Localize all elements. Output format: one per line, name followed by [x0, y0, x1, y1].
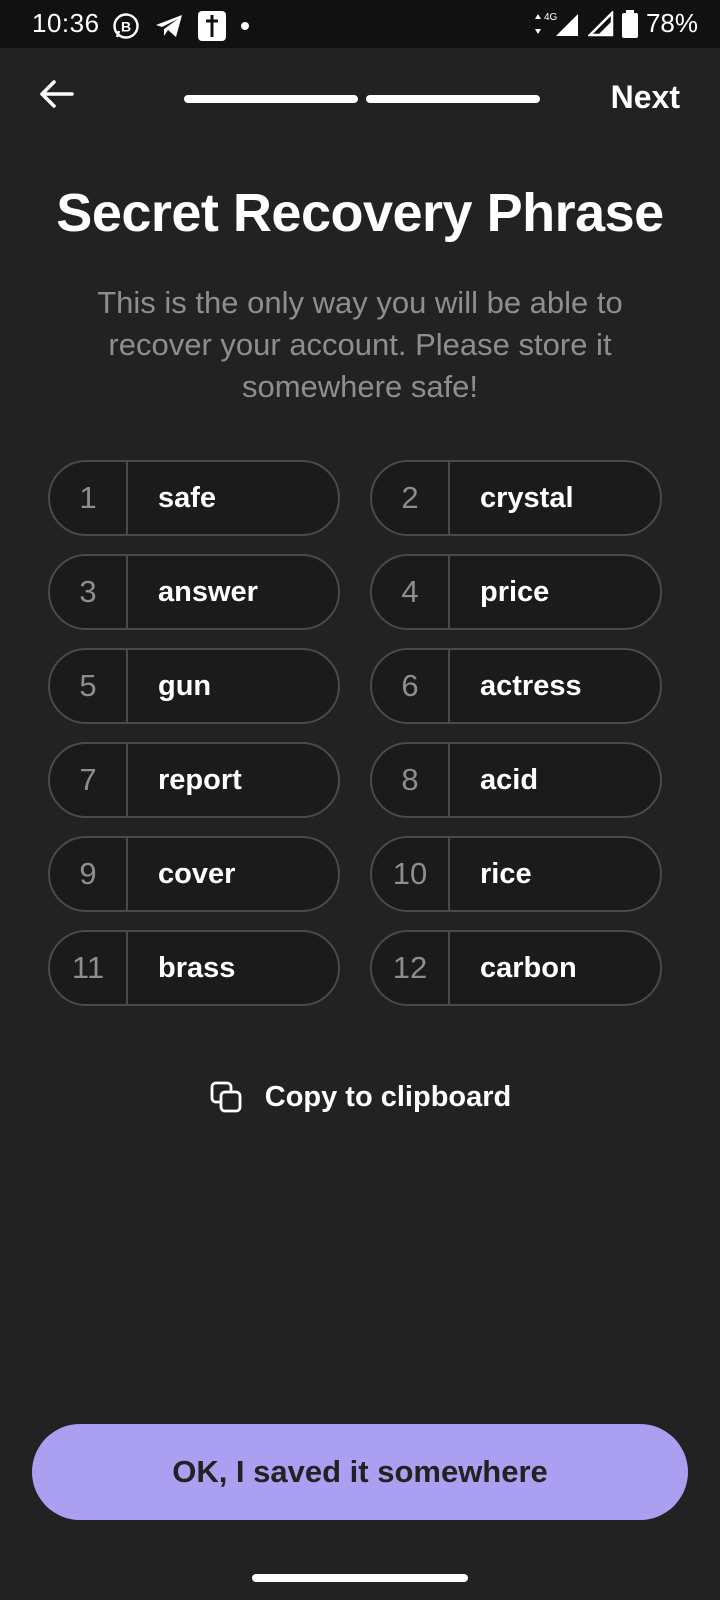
progress-step-1	[184, 95, 358, 103]
word-pill: 1 safe	[48, 460, 340, 536]
telegram-icon	[154, 13, 184, 39]
word-text: answer	[158, 575, 258, 608]
word-pill: 12 carbon	[370, 930, 662, 1006]
step-progress	[184, 95, 540, 103]
home-indicator	[252, 1574, 468, 1582]
word-number: 4	[372, 556, 450, 628]
status-right: 4G 78%	[534, 8, 698, 39]
status-bar: 10:36 B 4G 78%	[0, 0, 720, 48]
word-pill: 7 report	[48, 742, 340, 818]
word-number: 9	[50, 838, 128, 910]
copy-label: Copy to clipboard	[264, 1080, 512, 1113]
whatsapp-business-icon: B	[112, 12, 140, 40]
dot-icon	[240, 21, 250, 31]
signal-icon	[587, 10, 614, 37]
word-number: 5	[50, 650, 128, 722]
svg-text:B: B	[121, 19, 131, 35]
word-number: 3	[50, 556, 128, 628]
battery-percent: 78%	[645, 8, 698, 38]
word-pill: 6 actress	[370, 648, 662, 724]
word-text: crystal	[480, 481, 574, 514]
word-text: price	[480, 575, 550, 608]
word-number: 1	[50, 462, 128, 534]
word-pill: 3 answer	[48, 554, 340, 630]
word-text: report	[158, 763, 242, 796]
page-title: Secret Recovery Phrase	[56, 183, 664, 243]
word-number: 8	[372, 744, 450, 816]
word-pill: 2 crystal	[370, 460, 662, 536]
word-text: cover	[158, 857, 236, 890]
back-arrow-icon	[36, 78, 76, 110]
status-time: 10:36	[32, 8, 100, 38]
progress-step-2	[366, 95, 540, 103]
notification-icons: B	[112, 11, 250, 41]
word-text: gun	[158, 669, 212, 702]
word-text: actress	[480, 669, 582, 702]
word-number: 11	[50, 932, 128, 1004]
word-number: 12	[372, 932, 450, 1004]
word-text: brass	[158, 951, 236, 984]
svg-text:4G: 4G	[544, 12, 558, 23]
word-number: 7	[50, 744, 128, 816]
word-text: acid	[480, 763, 539, 796]
word-text: safe	[158, 481, 217, 514]
word-pill: 11 brass	[48, 930, 340, 1006]
word-text: rice	[480, 857, 532, 890]
word-number: 10	[372, 838, 450, 910]
cross-app-icon	[198, 11, 226, 41]
word-text: carbon	[480, 951, 577, 984]
word-number: 6	[372, 650, 450, 722]
top-navigation: Next	[0, 48, 720, 148]
word-number: 2	[372, 462, 450, 534]
word-pill: 8 acid	[370, 742, 662, 818]
signal-4g-icon: 4G	[534, 10, 580, 38]
next-button[interactable]: Next	[611, 79, 680, 116]
back-button[interactable]	[36, 78, 84, 118]
confirm-saved-button[interactable]: OK, I saved it somewhere	[32, 1424, 688, 1520]
battery-icon	[621, 9, 638, 38]
word-pill: 4 price	[370, 554, 662, 630]
page-subtitle: This is the only way you will be able to…	[97, 285, 623, 404]
word-pill: 10 rice	[370, 836, 662, 912]
word-pill: 9 cover	[48, 836, 340, 912]
copy-icon	[209, 1080, 243, 1114]
word-pill: 5 gun	[48, 648, 340, 724]
copy-to-clipboard-button[interactable]: Copy to clipboard	[0, 1080, 720, 1114]
